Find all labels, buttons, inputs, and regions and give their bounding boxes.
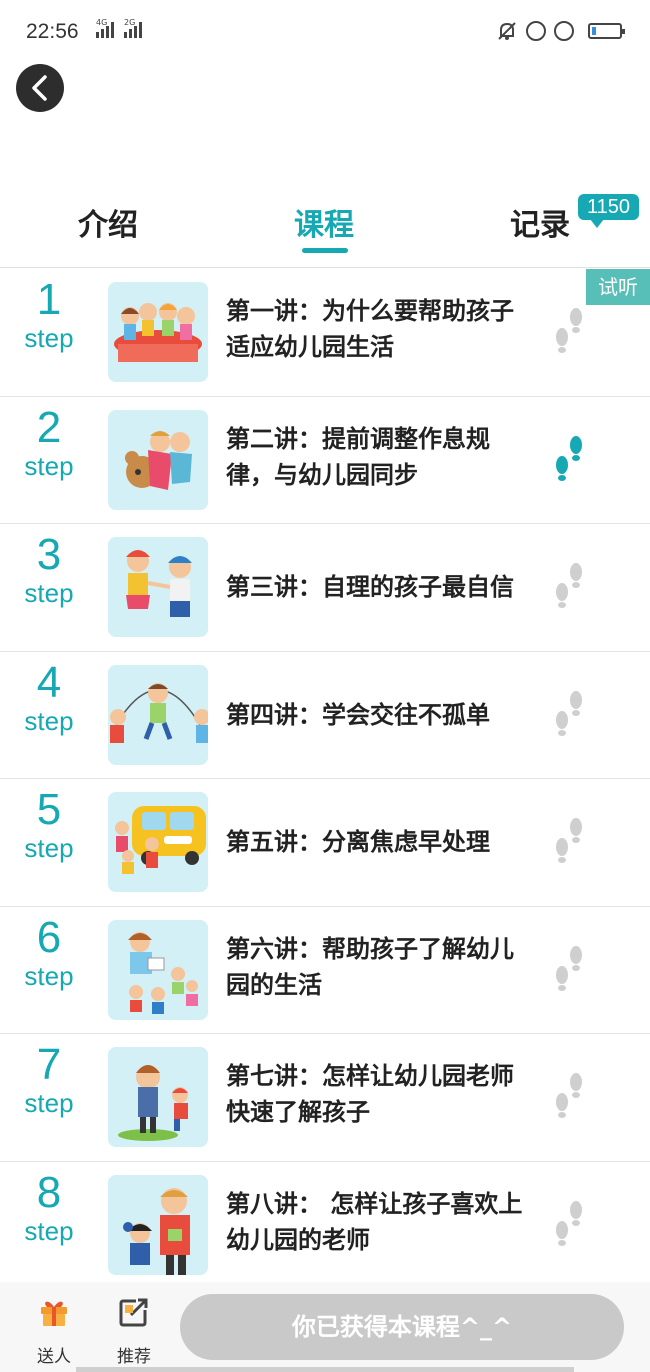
step-label: step — [24, 705, 74, 736]
signal-4g-icon: 4G — [96, 18, 114, 38]
status-bar: 22:56 4G 2G — [0, 0, 650, 64]
alarm-icon — [554, 21, 574, 41]
step-number: 2 — [36, 402, 62, 452]
course-thumbnail — [108, 409, 208, 510]
chevron-left-icon — [32, 75, 47, 101]
step-number: 1 — [36, 275, 62, 324]
bottom-bar: 送人 推荐 你已获得本课程^_^ — [0, 1282, 650, 1372]
footprint-icon — [556, 1073, 582, 1118]
battery-icon — [588, 23, 625, 39]
back-button[interactable] — [16, 64, 64, 112]
tab-record[interactable]: 记录 — [510, 200, 570, 244]
course-list: 1 step 第一讲：为什么要帮助孩子适应幼儿园生活 试听 2 step 第二讲：提前调整作… — [0, 269, 650, 1289]
footprint-icon — [556, 1200, 582, 1246]
course-row[interactable]: 8 step 第八讲： 怎样让孩子喜欢上幼儿园的老师 — [0, 1162, 650, 1289]
footprint-icon — [556, 945, 582, 991]
footprint-icon — [556, 435, 582, 481]
recommend-button[interactable]: 推荐 — [104, 1296, 164, 1367]
course-title: 第一讲：为什么要帮助孩子适应幼儿园生活 — [226, 297, 514, 361]
gift-button[interactable]: 送人 — [24, 1296, 84, 1367]
course-title: 第六讲：帮助孩子了解幼儿园的生活 — [226, 934, 514, 999]
course-title: 第二讲：提前调整作息规律，与幼儿园同步 — [226, 424, 490, 489]
step-label: step — [24, 450, 74, 481]
lock-rotation-icon — [526, 21, 546, 41]
tab-bar: 介绍 课程 记录 — [0, 190, 650, 268]
course-title: 第四讲：学会交往不孤单 — [226, 700, 490, 729]
course-title: 第五讲：分离焦虑早处理 — [226, 828, 490, 856]
course-row[interactable]: 5 step 第五讲：分离焦虑早处理 — [0, 779, 650, 907]
footprint-icon — [556, 308, 582, 353]
step-number: 4 — [36, 657, 62, 707]
course-row[interactable]: 1 step 第一讲：为什么要帮助孩子适应幼儿园生活 试听 — [0, 269, 650, 397]
status-time: 22:56 — [26, 20, 79, 43]
share-icon — [119, 1298, 148, 1327]
step-label: step — [24, 323, 74, 353]
step-label: step — [24, 1088, 74, 1118]
step-label: step — [24, 1215, 74, 1246]
course-title: 第八讲： 怎样让孩子喜欢上幼儿园的老师 — [226, 1189, 523, 1254]
footprint-icon — [556, 818, 582, 863]
tab-course[interactable]: 课程 — [294, 200, 354, 244]
course-title: 第三讲：自理的孩子最自信 — [226, 573, 514, 601]
tab-intro[interactable]: 介绍 — [78, 200, 138, 244]
course-row[interactable]: 4 step 第四讲：学会交往不孤单 — [0, 652, 650, 779]
navigation-hint-bar — [76, 1367, 574, 1372]
footprint-icon — [556, 563, 582, 608]
course-thumbnail — [108, 537, 208, 637]
course-thumbnail — [108, 792, 208, 892]
step-number: 6 — [36, 912, 62, 962]
step-label: step — [24, 960, 74, 991]
step-number: 7 — [36, 1040, 62, 1089]
course-thumbnail — [108, 664, 208, 765]
footprint-icon — [556, 690, 582, 736]
status-icons — [496, 20, 625, 42]
course-row[interactable]: 6 step 第六讲：帮助孩子了解幼儿园的生活 — [0, 907, 650, 1034]
mute-bell-icon — [498, 22, 516, 40]
step-number: 5 — [36, 785, 62, 834]
course-thumbnail — [108, 1174, 208, 1275]
gift-label: 送人 — [37, 1347, 71, 1367]
step-label: step — [24, 578, 74, 608]
recommend-label: 推荐 — [117, 1347, 151, 1367]
step-label: step — [24, 833, 74, 863]
trial-badge[interactable]: 试听 — [586, 269, 650, 305]
signal-2g-icon: 2G — [124, 18, 142, 38]
course-thumbnail — [108, 282, 208, 382]
course-thumbnail — [108, 1047, 208, 1147]
course-acquired-button[interactable]: 你已获得本课程^_^ — [180, 1294, 624, 1360]
active-tab-indicator — [302, 248, 348, 253]
gift-icon — [41, 1301, 67, 1326]
step-number: 3 — [36, 530, 62, 579]
course-row[interactable]: 7 step 第七讲：怎样让幼儿园老师快速了解孩子 — [0, 1034, 650, 1162]
course-row[interactable]: 2 step 第二讲：提前调整作息规律，与幼儿园同步 — [0, 397, 650, 524]
course-thumbnail — [108, 919, 208, 1020]
step-number: 8 — [36, 1167, 62, 1217]
course-row[interactable]: 3 step 第三讲：自理的孩子最自信 — [0, 524, 650, 652]
course-title: 第七讲：怎样让幼儿园老师快速了解孩子 — [226, 1062, 514, 1126]
record-count-badge: 1150 — [578, 194, 640, 228]
